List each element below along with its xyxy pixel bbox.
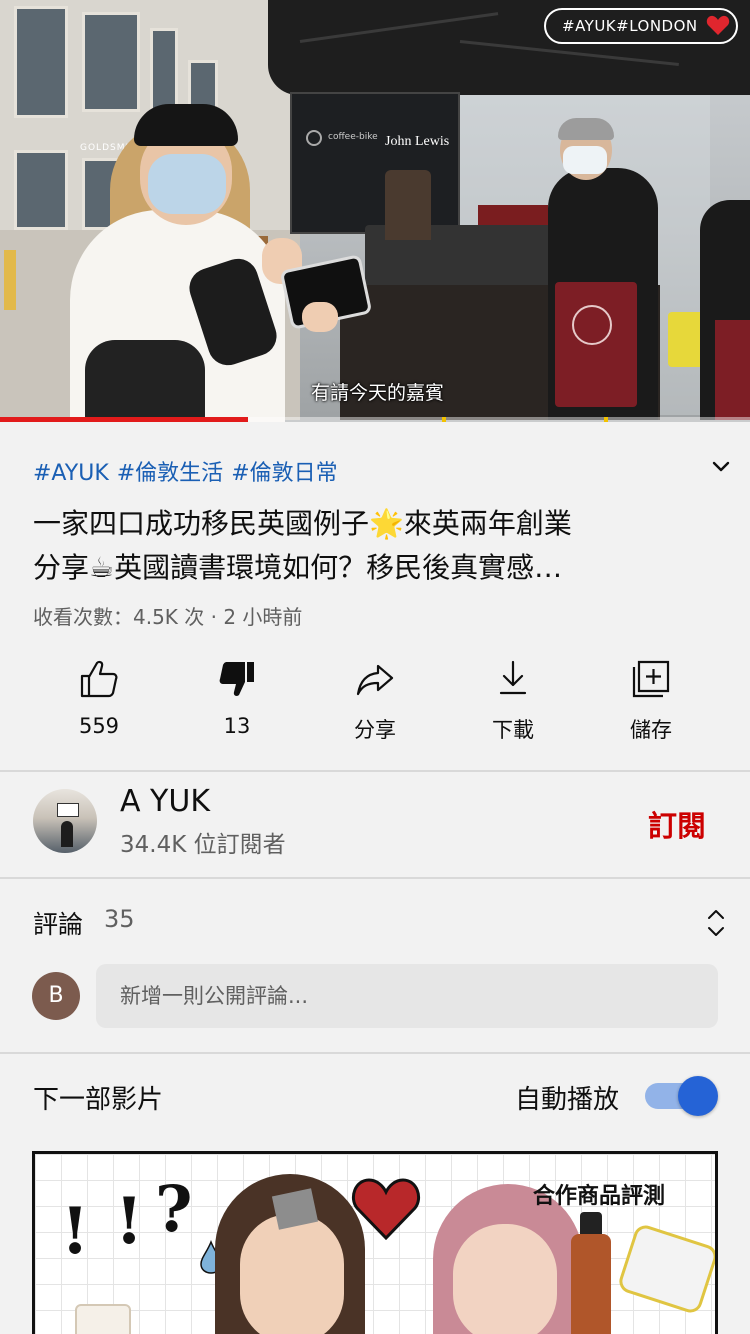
video-subtitle: 有請今天的嘉賓 [310, 382, 444, 404]
barista-mask [563, 146, 607, 174]
chevron-down-icon[interactable] [707, 452, 735, 480]
video-title-line: 一家四口成功移民英國例子🌟來英兩年創業 [33, 507, 572, 540]
mug [75, 1304, 131, 1334]
second-barista-apron [715, 320, 750, 420]
download-label: 下載 [492, 718, 534, 742]
up-next-heading: 下一部影片 [33, 1085, 164, 1115]
video-meta: 收看次數：4.5K 次 · 2 小時前 [33, 605, 303, 629]
action-bar: 559 13 分享 下載 儲存 [30, 658, 720, 748]
host-sleeve [85, 340, 205, 422]
channel-name[interactable]: A YUK [120, 784, 210, 819]
like-count: 559 [78, 714, 120, 738]
comments-heading[interactable]: 評論 [33, 905, 83, 941]
video-player[interactable]: GOLDSMITHS coffee-bike John Lewis #AYUK#… [0, 0, 750, 422]
apron-bike-logo [572, 305, 612, 345]
user-avatar: B [32, 972, 80, 1020]
comments-count: 35 [104, 905, 135, 933]
cart-menu-board: coffee-bike [290, 92, 460, 234]
download-button[interactable]: 下載 [444, 658, 582, 748]
channel-avatar[interactable] [33, 789, 97, 853]
divider [0, 1052, 750, 1054]
host-mask [148, 154, 226, 214]
dislike-button[interactable]: 13 [168, 658, 306, 748]
autoplay-label: 自動播放 [515, 1085, 620, 1115]
chapter-marker [604, 417, 608, 422]
like-button[interactable]: 559 [30, 658, 168, 748]
subscriber-count: 34.4K 位訂閱者 [120, 832, 286, 858]
next-video-thumbnail[interactable]: ! ! ? 合作商品評測 [32, 1151, 718, 1334]
heart-icon [352, 1178, 420, 1240]
hashtag-link[interactable]: #AYUK [33, 461, 109, 486]
barista-hair [558, 118, 614, 140]
divider [0, 770, 750, 772]
subscribe-button[interactable]: 訂閱 [648, 803, 706, 845]
exclamation-mark: ! [115, 1184, 144, 1259]
unfold-icon[interactable] [704, 906, 728, 940]
host-cap [134, 104, 238, 146]
download-icon [499, 660, 527, 695]
share-label: 分享 [354, 718, 396, 742]
thumbs-down-icon [219, 662, 254, 696]
girl-face [240, 1214, 344, 1334]
share-arrow-icon [356, 664, 394, 696]
save-button[interactable]: 儲存 [582, 658, 720, 748]
john-lewis-sign: John Lewis [385, 134, 450, 149]
hashtag-link[interactable]: #倫敦日常 [231, 461, 337, 486]
serum-bottle [571, 1234, 611, 1334]
coffee-grinder [385, 170, 431, 240]
save-label: 儲存 [630, 718, 672, 742]
autoplay-toggle-knob[interactable] [678, 1076, 718, 1116]
dislike-count: 13 [223, 714, 251, 738]
exclamation-mark: ! [61, 1194, 90, 1269]
divider [0, 877, 750, 879]
chapter-marker [442, 417, 446, 422]
share-button[interactable]: 分享 [306, 658, 444, 748]
thumbs-up-icon [80, 660, 118, 698]
hashtag-link[interactable]: #倫敦生活 [117, 461, 223, 486]
add-comment-input[interactable]: 新增一則公開評論... [96, 964, 718, 1028]
yellow-post [4, 250, 16, 310]
hashtag-list: #AYUK #倫敦生活 #倫敦日常 [33, 455, 346, 487]
thumbnail-tag: 合作商品評測 [533, 1184, 666, 1209]
add-to-playlist-icon [632, 660, 670, 698]
video-title-line: 分享☕英國讀書環境如何？移民後真實感… [33, 551, 563, 584]
girl-face [453, 1224, 557, 1334]
progress-fill [0, 417, 248, 422]
video-title[interactable]: 一家四口成功移民英國例子🌟來英兩年創業 分享☕英國讀書環境如何？移民後真實感… [33, 502, 693, 590]
host-hand [302, 302, 338, 332]
heart-icon [706, 15, 730, 35]
question-mark: ? [155, 1172, 193, 1247]
